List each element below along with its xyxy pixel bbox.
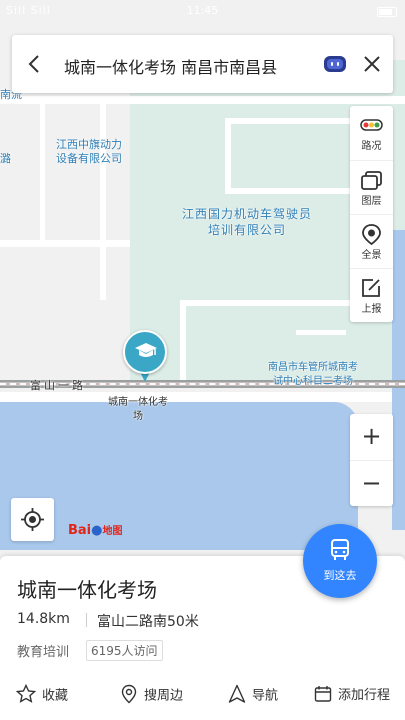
- map-label-road: 富山一路: [30, 379, 86, 392]
- divider: [86, 613, 87, 627]
- favorite-button[interactable]: 收藏: [15, 683, 69, 708]
- search-query[interactable]: 城南一体化考场 南昌市南昌县: [64, 54, 277, 78]
- map-road: [225, 118, 350, 124]
- bus-icon: [331, 539, 349, 560]
- map-road: [296, 330, 346, 335]
- fab-label: 到这去: [323, 569, 357, 582]
- status-time: 11:45: [186, 4, 219, 17]
- map-label: 潞: [0, 152, 11, 165]
- star-icon: [15, 683, 37, 703]
- map-road: [225, 118, 231, 194]
- tool-panorama[interactable]: 全景: [350, 214, 393, 268]
- search-bar: 城南一体化考场 南昌市南昌县: [12, 35, 393, 93]
- place-distance: 14.8km: [17, 611, 70, 627]
- pin-head: [123, 330, 167, 374]
- tool-label: 图层: [361, 196, 382, 207]
- search-nearby-button[interactable]: 搜周边: [120, 684, 183, 708]
- chevron-left-icon: [28, 55, 39, 73]
- tool-report[interactable]: 上报: [350, 268, 393, 322]
- map-road: [40, 104, 45, 240]
- map-label-poi: 城南一体化考 场: [108, 397, 168, 422]
- zoom-controls: + −: [350, 414, 393, 506]
- map-label-company: 江西国力机动车驾驶员 培训有限公司: [182, 207, 313, 237]
- logo-text: 地图: [102, 526, 123, 537]
- locate-me-button[interactable]: [11, 498, 54, 541]
- layers-icon: [361, 171, 382, 190]
- navigate-button[interactable]: 导航: [228, 684, 278, 708]
- location-pin[interactable]: [123, 330, 167, 388]
- crosshair-icon: [21, 508, 44, 531]
- action-label: 搜周边: [144, 688, 184, 704]
- tool-traffic[interactable]: 路况: [350, 106, 393, 160]
- close-icon: [364, 56, 380, 72]
- map-road: [0, 240, 130, 247]
- robot-icon: [324, 56, 346, 72]
- action-bar: 收藏 搜周边 导航 添加行程: [0, 676, 405, 716]
- action-label: 添加行程: [338, 688, 391, 703]
- go-here-button[interactable]: 到这去: [303, 524, 377, 598]
- action-label: 导航: [252, 688, 279, 704]
- add-trip-button[interactable]: 添加行程: [314, 684, 390, 708]
- map-road: [100, 104, 106, 300]
- map-road: [180, 300, 186, 380]
- action-label: 收藏: [42, 688, 69, 704]
- report-edit-icon: [362, 279, 380, 297]
- status-bar: Sill Sill 11:45: [0, 0, 405, 22]
- zoom-in-button[interactable]: +: [350, 414, 393, 460]
- baidu-map-logo: Bai●地图: [68, 522, 122, 538]
- battery-icon: [377, 5, 397, 18]
- calendar-add-icon: [314, 685, 332, 702]
- back-button[interactable]: [20, 49, 50, 79]
- zoom-out-button[interactable]: −: [350, 460, 393, 506]
- map-road: [225, 188, 350, 194]
- logo-text: Bai: [68, 523, 92, 538]
- tool-label: 上报: [361, 304, 382, 315]
- tool-layers[interactable]: 图层: [350, 160, 393, 214]
- map-label-exam-center: 南昌市车管所城南考 试中心科目二考场: [268, 362, 358, 387]
- map-road: [0, 392, 405, 402]
- paw-icon: ●: [91, 523, 103, 538]
- tool-label: 路况: [361, 141, 382, 152]
- map-road: [180, 300, 350, 306]
- close-button[interactable]: [357, 49, 387, 79]
- map-tools-panel: 路况 图层 全景 上报: [350, 106, 393, 322]
- graduation-cap-icon: [135, 343, 157, 357]
- traffic-light-icon: [360, 119, 383, 131]
- visits-badge: 6195人访问: [86, 640, 163, 661]
- navigation-arrow-icon: [228, 684, 246, 703]
- place-name: 城南一体化考场: [17, 578, 157, 602]
- place-category: 教育培训: [17, 645, 70, 660]
- location-search-icon: [121, 684, 137, 704]
- map-label-company: 江西中旗动力 设备有限公司: [56, 138, 122, 165]
- map-road: [0, 96, 405, 104]
- panorama-icon: [362, 224, 381, 245]
- place-address: 富山二路南50米: [97, 614, 199, 630]
- tool-label: 全景: [361, 250, 382, 261]
- voice-assistant-button[interactable]: [323, 52, 347, 76]
